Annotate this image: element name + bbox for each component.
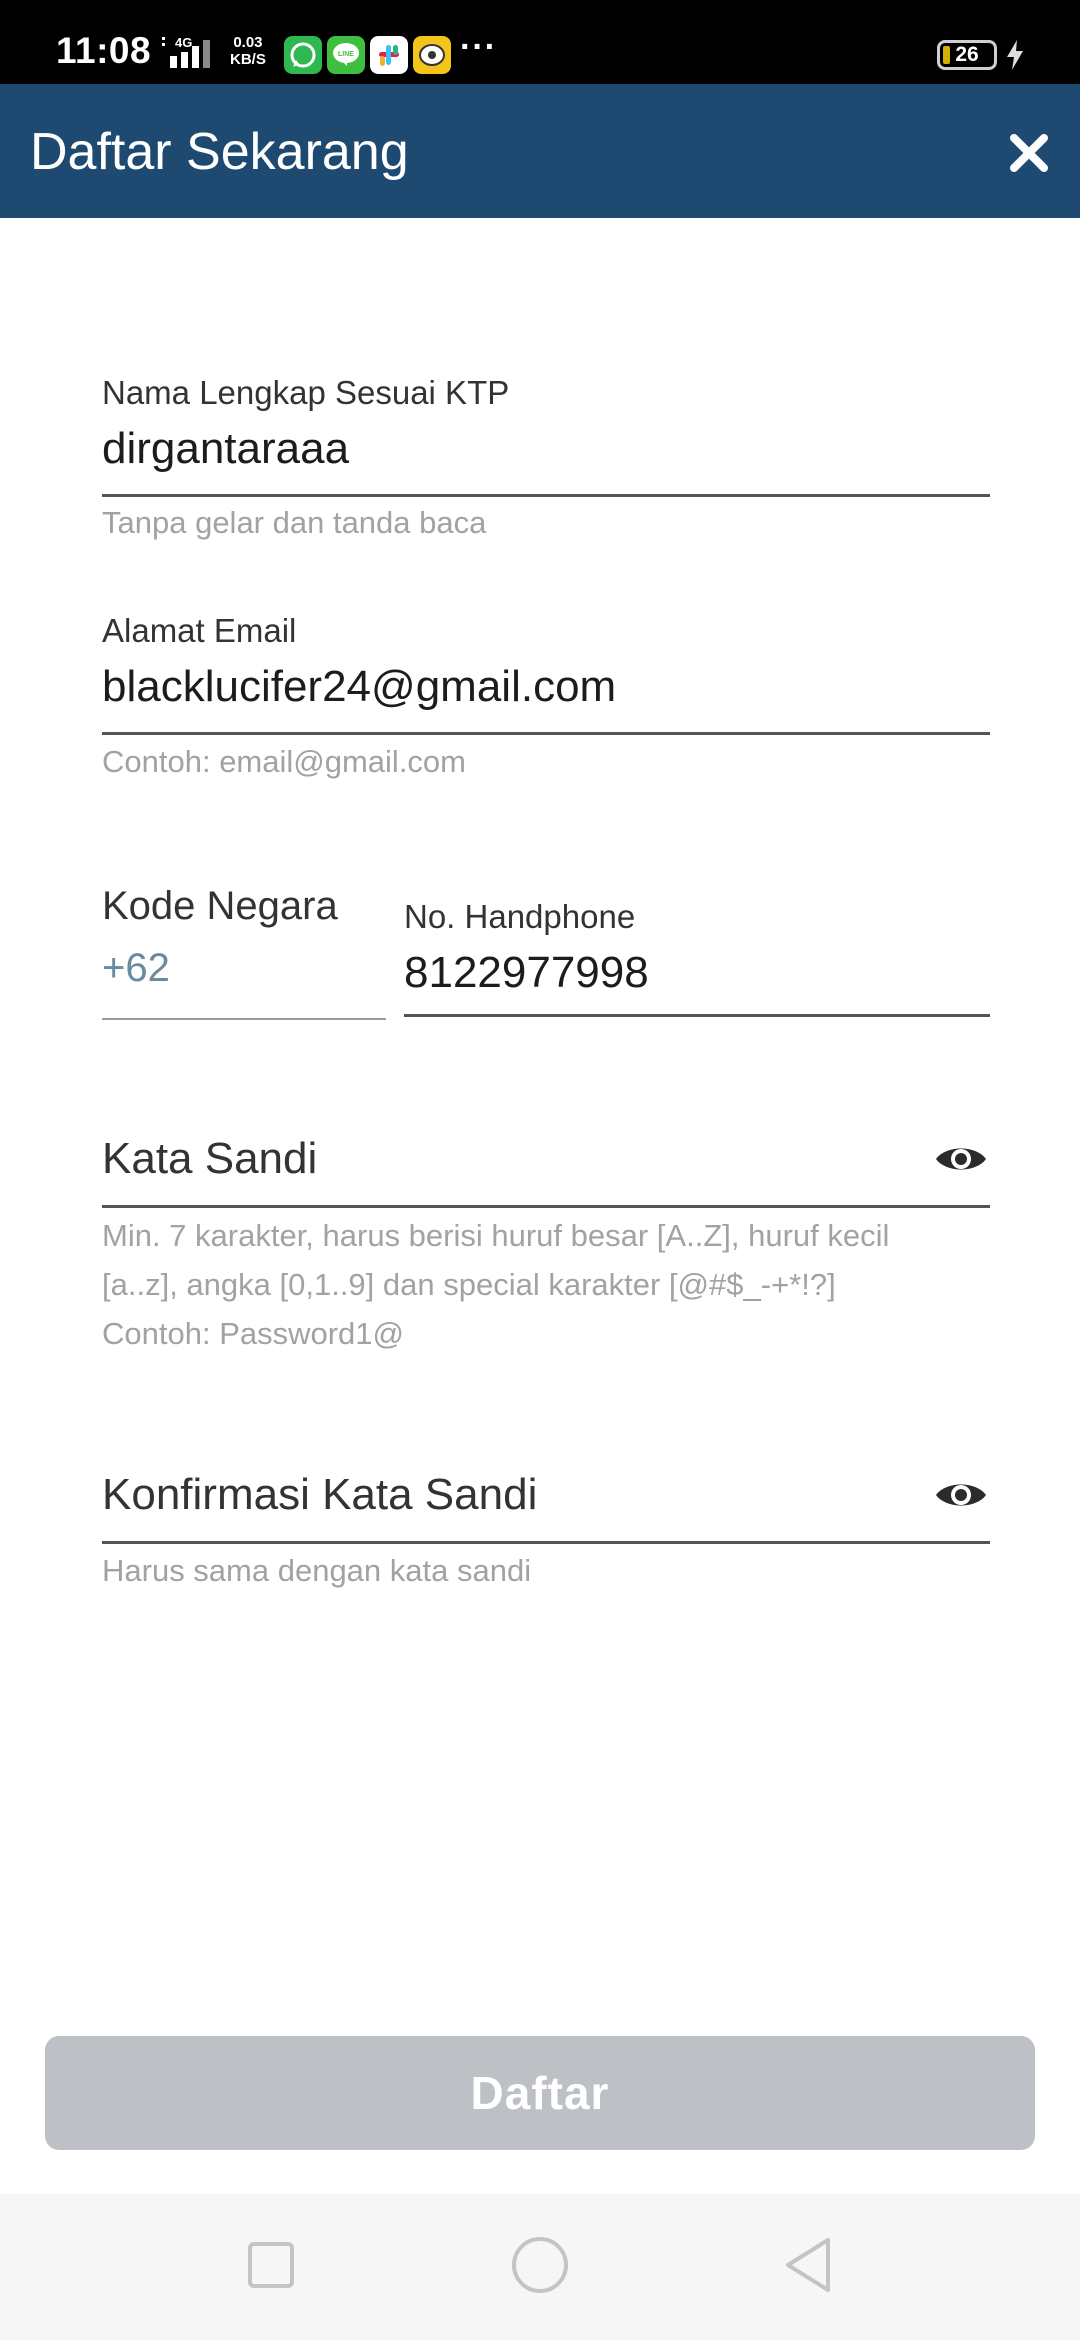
app-notification-icon: [413, 36, 451, 74]
show-password-eye-icon[interactable]: [934, 1142, 988, 1176]
confirm-password-underline: [102, 1541, 990, 1544]
slack-icon: [370, 36, 408, 74]
email-helper: Contoh: email@gmail.com: [102, 744, 466, 779]
status-time: 11:08: [56, 30, 152, 71]
country-code-label: Kode Negara: [102, 884, 338, 928]
email-underline: [102, 732, 990, 735]
network-speed-unit: KB/S: [230, 51, 266, 68]
email-label: Alamat Email: [102, 612, 297, 649]
password-helper-line-2: [a..z], angka [0,1..9] dan special karak…: [102, 1267, 836, 1302]
register-button-label: Daftar: [470, 2067, 610, 2119]
battery-icon: 26: [937, 40, 997, 70]
more-notifications-icon: ···: [460, 28, 497, 66]
signal-icon: 4G: [162, 35, 210, 68]
phone-value[interactable]: 8122977998: [404, 948, 649, 998]
full-name-underline: [102, 494, 990, 497]
charging-bolt-icon: [1007, 40, 1023, 70]
phone-underline: [404, 1014, 990, 1017]
svg-text:LINE: LINE: [338, 51, 354, 58]
show-confirm-password-eye-icon[interactable]: [934, 1478, 988, 1512]
back-icon[interactable]: [774, 2230, 844, 2300]
password-helper-line-3: Contoh: Password1@: [102, 1316, 405, 1351]
full-name-helper: Tanpa gelar dan tanda baca: [102, 505, 487, 540]
full-name-label: Nama Lengkap Sesuai KTP: [102, 374, 510, 411]
country-code-value[interactable]: +62: [102, 946, 170, 991]
phone-label: No. Handphone: [404, 898, 636, 935]
network-speed: 0.03 KB/S: [230, 34, 266, 68]
status-bar: 11:08 4G 0.03 KB/S LINE ··· 26: [0, 0, 1080, 84]
app-bar: Daftar Sekarang: [0, 84, 1080, 218]
email-value[interactable]: blacklucifer24@gmail.com: [102, 662, 616, 712]
password-input[interactable]: Kata Sandi: [102, 1134, 317, 1184]
line-icon: LINE: [327, 36, 365, 74]
recent-apps-icon[interactable]: [236, 2230, 306, 2300]
system-navigation-bar: [0, 2194, 1080, 2340]
network-type-label: 4G: [175, 35, 192, 50]
confirm-password-helper: Harus sama dengan kata sandi: [102, 1553, 532, 1588]
password-helper: Min. 7 karakter, harus berisi huruf besa…: [102, 1211, 889, 1358]
full-name-value[interactable]: dirgantaraaa: [102, 424, 349, 474]
password-underline: [102, 1205, 990, 1208]
password-helper-line-1: Min. 7 karakter, harus berisi huruf besa…: [102, 1218, 890, 1253]
country-code-underline: [102, 1018, 386, 1020]
whatsapp-icon: [284, 36, 322, 74]
network-speed-value: 0.03: [233, 34, 263, 51]
battery-level: 26: [955, 43, 979, 66]
page-title: Daftar Sekarang: [30, 123, 409, 181]
home-icon[interactable]: [505, 2230, 575, 2300]
register-button[interactable]: Daftar: [45, 2036, 1035, 2150]
confirm-password-input[interactable]: Konfirmasi Kata Sandi: [102, 1470, 537, 1520]
close-icon[interactable]: [1006, 130, 1052, 176]
